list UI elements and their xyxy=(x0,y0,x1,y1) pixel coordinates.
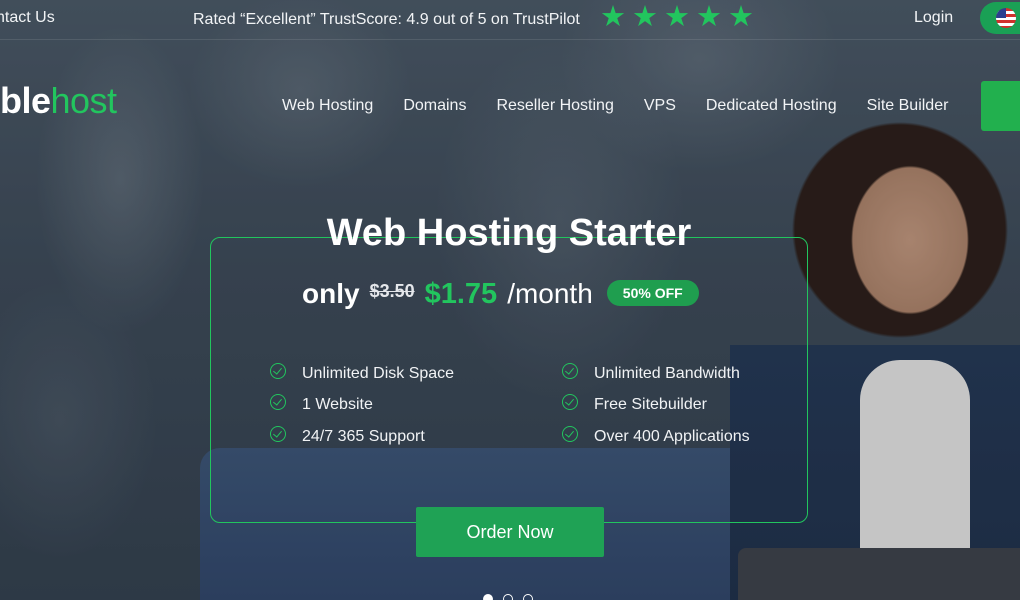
check-circle-icon xyxy=(562,394,578,411)
old-price: $3.50 xyxy=(369,281,415,301)
feature-label: Free Sitebuilder xyxy=(594,396,707,414)
feature-label: Over 400 Applications xyxy=(594,427,750,445)
price-row: only $3.50 $1.75 /month 50% OFF xyxy=(302,278,699,311)
star-icon: ★ xyxy=(600,1,626,33)
logo-text-part2: host xyxy=(50,80,118,121)
nav-vps[interactable]: VPS xyxy=(644,97,676,115)
feature-item: 1 Website xyxy=(270,390,454,422)
feature-item: Unlimited Disk Space xyxy=(270,358,454,390)
star-icon: ★ xyxy=(664,1,690,33)
star-icon: ★ xyxy=(696,1,722,33)
feature-item: Over 400 Applications xyxy=(562,421,750,453)
price-prefix: only xyxy=(302,278,360,309)
nav-domains[interactable]: Domains xyxy=(403,97,466,115)
site-logo[interactable]: blehost xyxy=(0,80,117,122)
check-circle-icon xyxy=(270,425,286,442)
check-circle-icon xyxy=(562,362,578,379)
trustpilot-stars: ★ ★ ★ ★ ★ xyxy=(600,2,754,32)
feature-label: 1 Website xyxy=(302,396,373,414)
hero-title-text: Web Hosting Starter xyxy=(326,212,692,254)
feature-label: Unlimited Disk Space xyxy=(302,364,455,382)
nav-cta-button[interactable] xyxy=(981,81,1020,131)
nav-site-builder[interactable]: Site Builder xyxy=(867,97,949,115)
check-circle-icon xyxy=(270,362,286,379)
new-price: $1.75 xyxy=(424,278,498,310)
feature-item: 24/7 365 Support xyxy=(270,421,454,453)
discount-badge: 50% OFF xyxy=(606,280,699,306)
order-now-button[interactable]: Order Now xyxy=(416,507,604,557)
trustpilot-rating-text: Rated “Excellent” TrustScore: 4.9 out of… xyxy=(193,11,580,28)
star-icon: ★ xyxy=(728,1,754,33)
nav-dedicated-hosting[interactable]: Dedicated Hosting xyxy=(706,97,837,115)
logo-text-part1: ble xyxy=(0,80,51,121)
features-list-right: Unlimited Bandwidth Free Sitebuilder Ove… xyxy=(562,358,750,453)
hero-title: Web Hosting Starter xyxy=(0,212,1020,255)
features-list-left: Unlimited Disk Space 1 Website 24/7 365 … xyxy=(270,358,454,453)
price-period: /month xyxy=(507,278,593,309)
feature-item: Unlimited Bandwidth xyxy=(562,358,750,390)
feature-label: Unlimited Bandwidth xyxy=(594,364,740,382)
nav-web-hosting[interactable]: Web Hosting xyxy=(282,97,373,115)
language-selector[interactable] xyxy=(980,2,1020,34)
contact-us-link[interactable]: ntact Us xyxy=(0,9,55,27)
main-nav: Web Hosting Domains Reseller Hosting VPS… xyxy=(282,97,948,115)
feature-item: Free Sitebuilder xyxy=(562,390,750,422)
top-bar: ntact Us Rated “Excellent” TrustScore: 4… xyxy=(0,0,1020,40)
carousel-dots xyxy=(483,594,533,600)
check-circle-icon xyxy=(562,425,578,442)
star-icon: ★ xyxy=(632,1,658,33)
carousel-dot[interactable] xyxy=(503,594,513,600)
us-flag-icon xyxy=(996,8,1016,28)
carousel-dot[interactable] xyxy=(523,594,533,600)
feature-label: 24/7 365 Support xyxy=(302,427,425,445)
check-circle-icon xyxy=(270,394,286,411)
carousel-dot[interactable] xyxy=(483,594,493,600)
login-link[interactable]: Login xyxy=(914,9,953,27)
nav-reseller-hosting[interactable]: Reseller Hosting xyxy=(496,97,613,115)
